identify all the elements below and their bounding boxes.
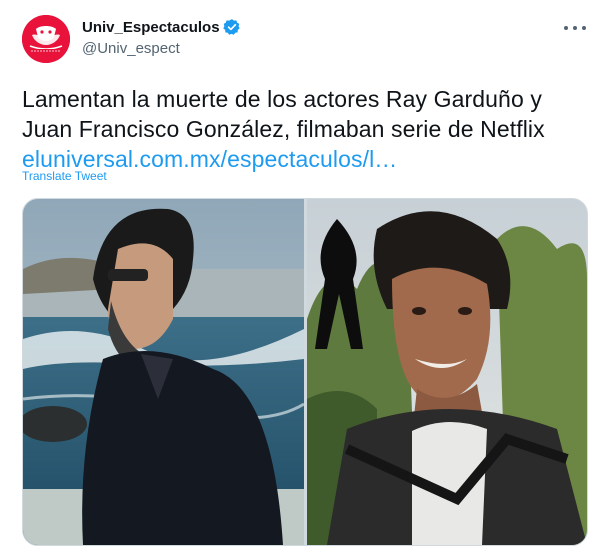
tweet-body: Lamentan la muerte de los actores Ray Ga…: [22, 86, 545, 142]
more-options-icon[interactable]: [564, 20, 586, 36]
media-grid[interactable]: [22, 198, 588, 546]
avatar[interactable]: [22, 15, 70, 63]
verified-badge-icon: [222, 19, 240, 35]
photo-left[interactable]: [23, 199, 304, 545]
translate-tweet-link[interactable]: Translate Tweet: [22, 169, 107, 183]
univ-espectaculos-logo: [22, 15, 70, 63]
tweet-text: Lamentan la muerte de los actores Ray Ga…: [22, 84, 592, 174]
handle[interactable]: @Univ_espect: [82, 40, 180, 57]
tweet-card[interactable]: Univ_Espectaculos @Univ_espect Lamentan …: [0, 0, 604, 552]
tweet-link[interactable]: eluniversal.com.mx/espectaculos/l…: [22, 144, 592, 174]
photo-right[interactable]: [307, 199, 587, 545]
display-name[interactable]: Univ_Espectaculos: [82, 19, 220, 36]
